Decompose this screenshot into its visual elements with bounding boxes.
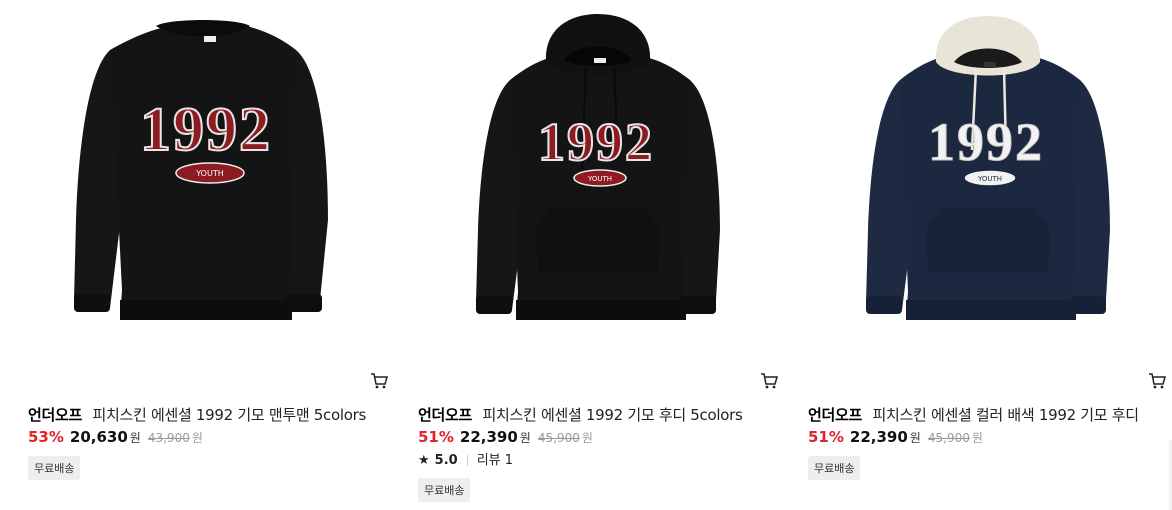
- cart-icon[interactable]: [1148, 372, 1166, 390]
- currency: 원: [519, 431, 531, 445]
- review-count[interactable]: 리뷰 1: [477, 453, 513, 468]
- product-image-hoodie[interactable]: 1992 YOUTH: [418, 0, 778, 360]
- patch-text: YOUTH: [587, 175, 612, 183]
- price-row: 51% 22,390 원 45,900 원: [418, 428, 593, 446]
- currency: 원: [129, 431, 141, 445]
- rating-value: 5.0: [434, 453, 458, 468]
- sweatshirt-image: 1992 YOUTH: [74, 20, 328, 320]
- print-number: 1992: [140, 96, 272, 164]
- original-currency: 원: [191, 431, 203, 445]
- free-shipping-badge: 무료배송: [418, 478, 471, 502]
- original-price: 43,900: [147, 431, 190, 445]
- product-name[interactable]: 피치스킨 에센셜 컬러 배색 1992 기모 후디: [872, 406, 1139, 424]
- brand-name[interactable]: 언더오프: [418, 406, 472, 424]
- cart-icon[interactable]: [760, 372, 778, 390]
- price-row: 51% 22,390 원 45,900 원: [808, 428, 983, 446]
- original-currency: 원: [971, 431, 983, 445]
- divider: [466, 455, 468, 466]
- patch-text: YOUTH: [195, 169, 224, 178]
- product-image-sweatshirt[interactable]: 1992 YOUTH: [28, 0, 388, 360]
- star-icon: ★: [418, 453, 430, 468]
- review-summary[interactable]: ★ 5.0 리뷰 1: [418, 449, 513, 468]
- brand-name[interactable]: 언더오프: [808, 406, 862, 424]
- sale-price: 20,630: [69, 428, 128, 446]
- currency: 원: [909, 431, 921, 445]
- brand-name[interactable]: 언더오프: [28, 406, 82, 424]
- product-title[interactable]: 언더오프 피치스킨 에센셜 1992 기모 맨투맨 5colors: [28, 404, 366, 425]
- print-number: 1992: [538, 112, 654, 172]
- print-number: 1992: [928, 112, 1044, 172]
- hoodie-image: 1992 YOUTH: [476, 14, 720, 320]
- price-row: 53% 20,630 원 43,900 원: [28, 428, 203, 446]
- free-shipping-badge: 무료배송: [28, 456, 81, 480]
- discount-rate: 53%: [28, 428, 64, 446]
- cart-icon[interactable]: [370, 372, 388, 390]
- discount-rate: 51%: [808, 428, 844, 446]
- product-title[interactable]: 언더오프 피치스킨 에센셜 1992 기모 후디 5colors: [418, 404, 743, 425]
- product-card[interactable]: 1992 YOUTH 언더오프 피치스킨 에센셜 1992 기모 후디 5col…: [418, 0, 778, 510]
- color-hoodie-image: 1992 YOUTH: [866, 16, 1110, 320]
- patch-text: YOUTH: [977, 175, 1002, 183]
- free-shipping-badge: 무료배송: [808, 456, 861, 480]
- original-currency: 원: [581, 431, 593, 445]
- sale-price: 22,390: [459, 428, 518, 446]
- product-title[interactable]: 언더오프 피치스킨 에센셜 컬러 배색 1992 기모 후디: [808, 404, 1139, 425]
- product-card[interactable]: 1992 YOUTH 언더오프 피치스킨 에센셜 1992 기모 맨투맨 5co…: [28, 0, 388, 510]
- product-name[interactable]: 피치스킨 에센셜 1992 기모 맨투맨 5colors: [92, 406, 366, 424]
- original-price: 45,900: [537, 431, 580, 445]
- discount-rate: 51%: [418, 428, 454, 446]
- sale-price: 22,390: [849, 428, 908, 446]
- product-card[interactable]: 1992 YOUTH 언더오프 피치스킨 에센셜 컬러 배색 1992 기모 후…: [808, 0, 1168, 510]
- original-price: 45,900: [927, 431, 970, 445]
- product-name[interactable]: 피치스킨 에센셜 1992 기모 후디 5colors: [482, 406, 742, 424]
- product-image-color-hoodie[interactable]: 1992 YOUTH: [808, 0, 1168, 360]
